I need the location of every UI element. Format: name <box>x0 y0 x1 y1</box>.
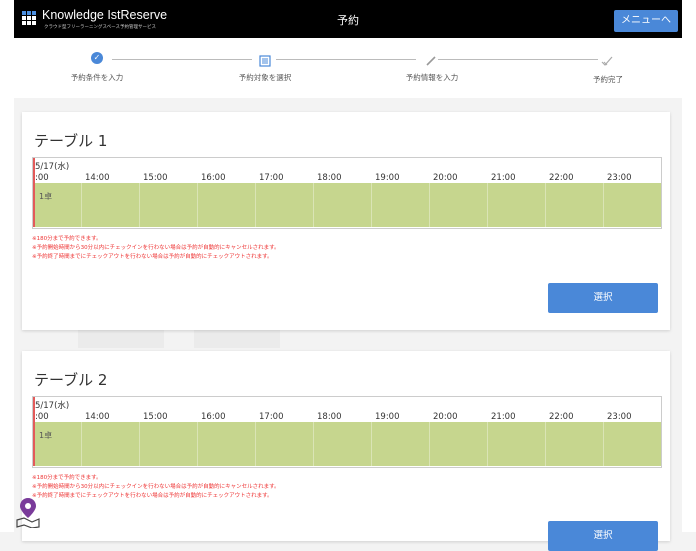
timeline-gridline <box>139 422 140 466</box>
reservation-timeline[interactable]: 5/17(水) :00 14:00 15:00 16:00 17:00 18:0… <box>32 157 662 229</box>
timeline-hour: 21:00 <box>491 173 516 183</box>
timeline-date: 5/17(水) <box>35 401 70 411</box>
timeline-hour: :00 <box>35 173 49 183</box>
note-line: ※予約開始時間から30分以内にチェックインを行わない場合は予約が自動的にキャンセ… <box>32 484 280 490</box>
pencil-icon <box>424 52 438 66</box>
current-time-marker <box>33 397 35 466</box>
timeline-gridline <box>197 183 198 227</box>
seat-label: 1卓 <box>39 431 53 440</box>
timeline-date: 5/17(水) <box>35 162 70 172</box>
timeline-hour: 23:00 <box>607 412 632 422</box>
timeline-hour: 15:00 <box>143 412 168 422</box>
select-button[interactable]: 選択 <box>548 283 658 313</box>
timeline-hour: 20:00 <box>433 173 458 183</box>
step-connector <box>438 59 598 60</box>
timeline-hour: 23:00 <box>607 173 632 183</box>
timeline-gridline <box>255 422 256 466</box>
note-line: ※予約開始時間から30分以内にチェックインを行わない場合は予約が自動的にキャンセ… <box>32 245 280 251</box>
timeline-gridline <box>81 422 82 466</box>
page-title: 予約 <box>337 14 359 27</box>
app-header: Knowledge IstReserve クラウド型フリーラーニングスペース予約… <box>14 0 682 38</box>
reservation-notes: ※180分まで予約できます。 ※予約開始時間から30分以内にチェックインを行わな… <box>32 474 280 501</box>
step-connector <box>112 59 252 60</box>
step-label-3: 予約情報を入力 <box>405 73 459 82</box>
timeline-gridline <box>429 422 430 466</box>
timeline-gridline <box>487 183 488 227</box>
timeline-hour: 19:00 <box>375 173 400 183</box>
timeline-gridline <box>197 422 198 466</box>
timeline-hour: 22:00 <box>549 173 574 183</box>
menu-button[interactable]: メニューへ <box>614 10 678 32</box>
step-connector <box>276 59 416 60</box>
timeline-hour: 20:00 <box>433 412 458 422</box>
note-line: ※180分まで予約できます。 <box>32 475 102 481</box>
timeline-hour: :00 <box>35 412 49 422</box>
current-time-marker <box>33 158 35 227</box>
timeline-gridline <box>429 183 430 227</box>
map-pin-icon[interactable] <box>14 496 42 529</box>
step-label-1: 予約条件を入力 <box>70 73 124 82</box>
timeline-gridline <box>81 183 82 227</box>
timeline-hour: 17:00 <box>259 412 284 422</box>
reservation-timeline[interactable]: 5/17(水) :00 14:00 15:00 16:00 17:00 18:0… <box>32 396 662 468</box>
table-card: テーブル 2 5/17(水) :00 14:00 15:00 16:00 17:… <box>22 351 670 551</box>
select-button[interactable]: 選択 <box>548 521 658 551</box>
timeline-hour: 18:00 <box>317 412 342 422</box>
timeline-gridline <box>487 422 488 466</box>
timeline-hour: 19:00 <box>375 412 400 422</box>
timeline-gridline <box>139 183 140 227</box>
check-icon: ✓ <box>90 52 104 66</box>
timeline-hour: 14:00 <box>85 412 110 422</box>
step-label-2: 予約対象を選択 <box>238 73 292 82</box>
card-title: テーブル 2 <box>34 371 108 389</box>
timeline-gridline <box>545 422 546 466</box>
timeline-hour: 21:00 <box>491 412 516 422</box>
progress-steps: ✓ 予約条件を入力 予約対象を選択 予約情報を入力 予約完了 <box>14 38 682 98</box>
timeline-hour: 16:00 <box>201 412 226 422</box>
timeline-hour: 14:00 <box>85 173 110 183</box>
card-title: テーブル 1 <box>34 132 108 150</box>
timeline-gridline <box>371 422 372 466</box>
note-line: ※180分まで予約できます。 <box>32 236 102 242</box>
timeline-hour: 18:00 <box>317 173 342 183</box>
timeline-gridline <box>255 183 256 227</box>
timeline-gridline <box>603 422 604 466</box>
done-icon <box>600 52 614 66</box>
list-icon <box>258 52 272 67</box>
availability-band[interactable] <box>33 422 661 466</box>
step-label-4: 予約完了 <box>593 75 623 84</box>
note-line: ※予約終了時間までにチェックアウトを行わない場合は予約が自動的にチェックアウトさ… <box>32 493 273 499</box>
timeline-hour: 22:00 <box>549 412 574 422</box>
timeline-gridline <box>313 183 314 227</box>
availability-band[interactable] <box>33 183 661 227</box>
reservation-notes: ※180分まで予約できます。 ※予約開始時間から30分以内にチェックインを行わな… <box>32 235 280 262</box>
page-margin-right <box>682 0 696 532</box>
timeline-gridline <box>313 422 314 466</box>
timeline-hour: 15:00 <box>143 173 168 183</box>
timeline-gridline <box>603 183 604 227</box>
page-margin-left <box>0 0 14 532</box>
timeline-hour: 16:00 <box>201 173 226 183</box>
timeline-gridline <box>371 183 372 227</box>
table-card: テーブル 1 5/17(水) :00 14:00 15:00 16:00 17:… <box>22 112 670 330</box>
timeline-hour: 17:00 <box>259 173 284 183</box>
timeline-gridline <box>545 183 546 227</box>
seat-label: 1卓 <box>39 192 53 201</box>
note-line: ※予約終了時間までにチェックアウトを行わない場合は予約が自動的にチェックアウトさ… <box>32 254 273 260</box>
